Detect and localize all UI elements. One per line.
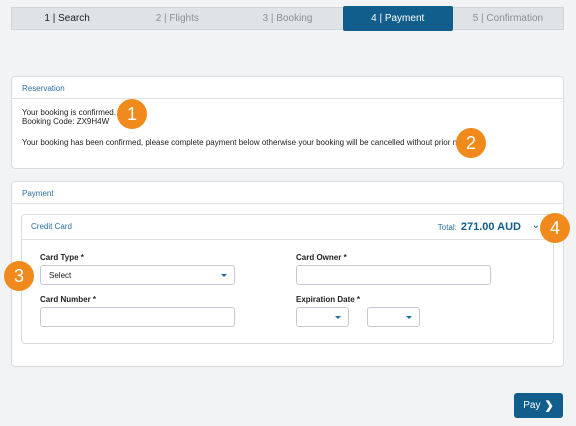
- reservation-title: Reservation: [12, 77, 563, 99]
- annotation-badge-1: 1: [117, 99, 147, 129]
- caret-down-icon: [221, 274, 227, 277]
- annotation-badge-3: 3: [4, 261, 34, 291]
- card-number-label: Card Number *: [40, 295, 97, 304]
- credit-card-section: Credit Card Total: 271.00 AUD ⌄ Card Typ…: [21, 214, 554, 344]
- annotation-badge-4: 4: [540, 213, 570, 243]
- step-confirmation[interactable]: 5 | Confirmation: [453, 8, 563, 29]
- pay-label: Pay: [523, 400, 541, 411]
- reservation-panel: Reservation Your booking is confirmed. B…: [11, 76, 564, 169]
- confirmation-message: Your booking is confirmed.: [22, 108, 116, 117]
- annotation-badge-2: 2: [456, 128, 486, 158]
- caret-down-icon: [335, 316, 341, 319]
- payment-panel: Payment Credit Card Total: 271.00 AUD ⌄ …: [11, 181, 564, 367]
- progress-steps: 1 | Search 2 | Flights 3 | Booking 4 | P…: [11, 6, 564, 31]
- total-amount: Total: 271.00 AUD: [438, 221, 521, 233]
- card-owner-input[interactable]: [296, 265, 491, 285]
- total-value: 271.00 AUD: [460, 221, 521, 233]
- credit-card-header[interactable]: Credit Card Total: 271.00 AUD ⌄: [22, 215, 553, 240]
- pay-button[interactable]: Pay ❯: [514, 393, 563, 418]
- expiration-date-label: Expiration Date *: [296, 295, 361, 304]
- card-owner-label: Card Owner *: [296, 253, 347, 262]
- caret-down-icon: [406, 316, 412, 319]
- chevron-down-icon[interactable]: ⌄: [532, 221, 540, 231]
- step-flights[interactable]: 2 | Flights: [122, 8, 232, 29]
- step-payment[interactable]: 4 | Payment: [342, 6, 453, 31]
- step-booking[interactable]: 3 | Booking: [232, 8, 342, 29]
- card-number-input[interactable]: [40, 307, 235, 327]
- step-search[interactable]: 1 | Search: [12, 8, 122, 29]
- exp-year-select[interactable]: [367, 307, 420, 327]
- credit-card-title: Credit Card: [31, 222, 72, 231]
- exp-month-select[interactable]: [296, 307, 349, 327]
- card-type-label: Card Type *: [40, 253, 84, 262]
- chevron-right-icon: ❯: [544, 400, 554, 412]
- payment-title: Payment: [12, 182, 563, 204]
- booking-code: Booking Code: ZX9H4W: [22, 117, 110, 126]
- card-type-value: Select: [49, 271, 72, 280]
- total-label: Total:: [437, 223, 457, 232]
- card-type-select[interactable]: Select: [40, 265, 235, 285]
